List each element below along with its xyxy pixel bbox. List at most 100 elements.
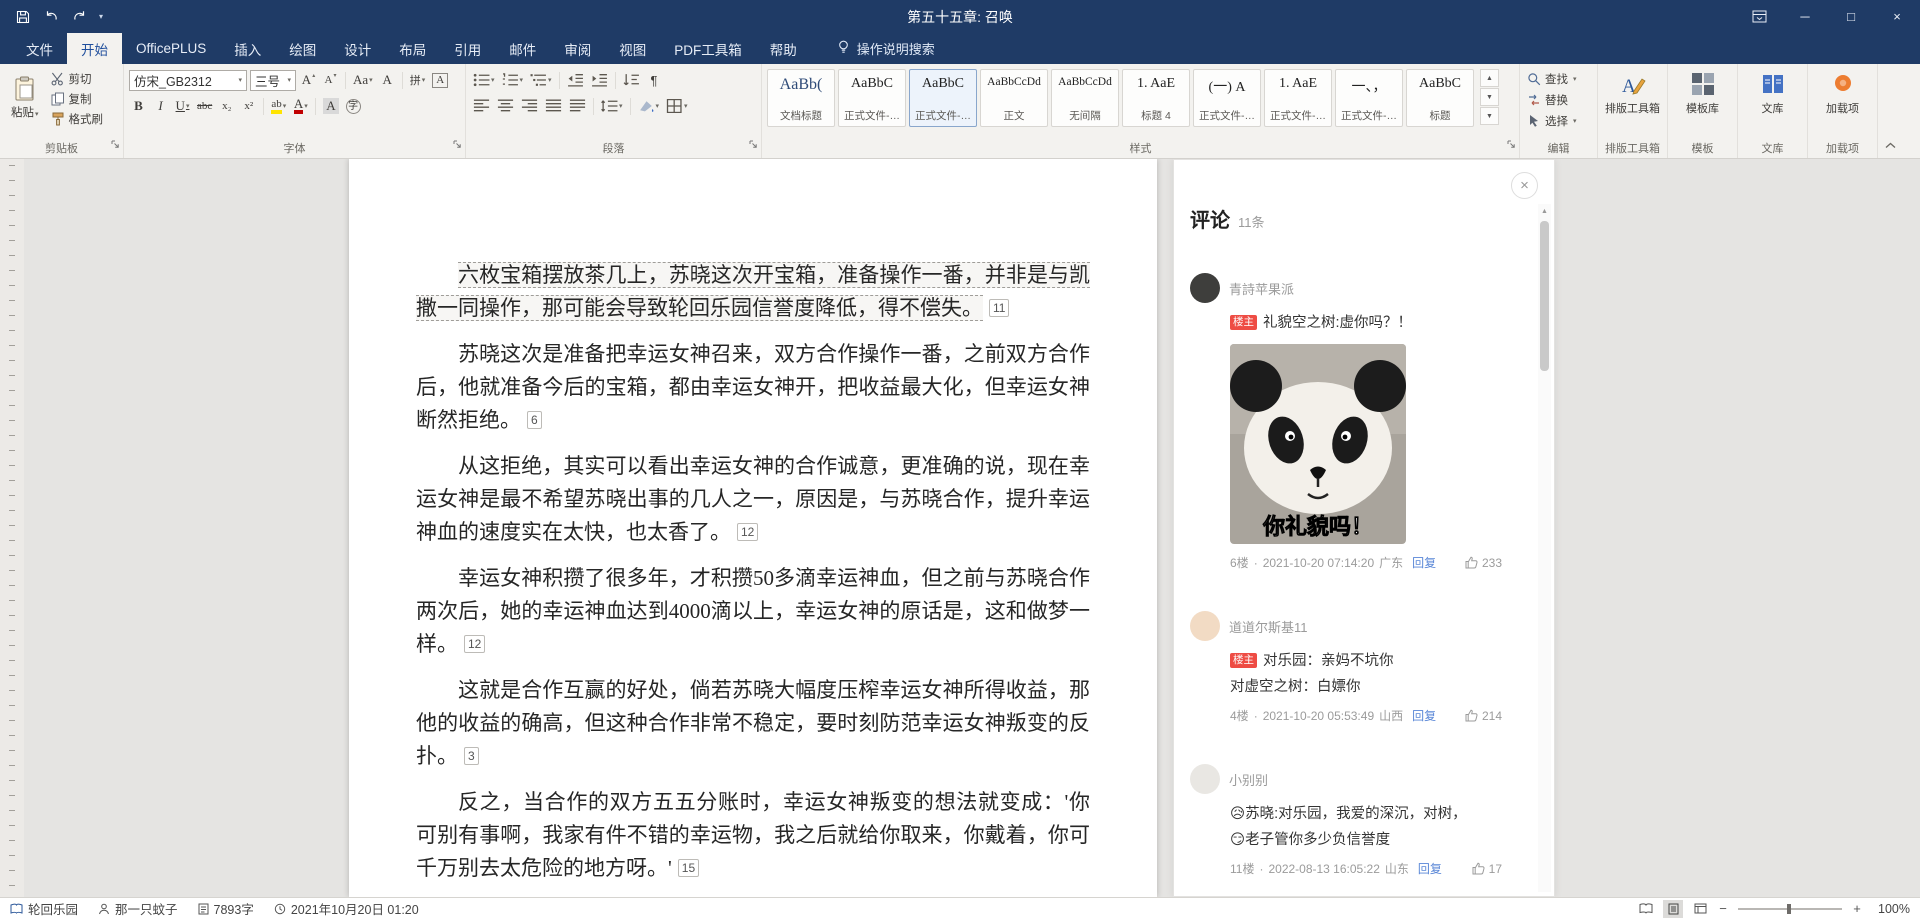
font-color-button[interactable]: A ▾ bbox=[291, 96, 310, 117]
subscript-button[interactable]: x₂ bbox=[217, 96, 236, 117]
commenter-name[interactable]: 青詩苹果派 bbox=[1229, 279, 1294, 298]
increase-indent-button[interactable] bbox=[589, 70, 610, 91]
paragraph[interactable]: 反之，当合作的双方五五分账时，幸运女神叛变的想法就变成：'你可别有事啊，我家有件… bbox=[416, 786, 1090, 885]
comment-ref-badge[interactable]: 12 bbox=[464, 635, 486, 653]
style-item[interactable]: 一、， 正式文件-… bbox=[1335, 69, 1403, 127]
undo-icon[interactable] bbox=[38, 4, 64, 30]
zoom-slider-thumb[interactable] bbox=[1787, 903, 1791, 914]
style-item[interactable]: 1. AaE 标题 4 bbox=[1122, 69, 1190, 127]
grow-font-button[interactable]: A ▴ bbox=[299, 70, 318, 91]
library-button[interactable]: 文库 bbox=[1743, 67, 1802, 116]
status-word-count[interactable]: 7893字 bbox=[198, 899, 254, 918]
reply-link[interactable]: 回复 bbox=[1418, 860, 1442, 877]
commenter-name[interactable]: 道道尔斯基11 bbox=[1229, 617, 1308, 636]
zoom-out-button[interactable]: − bbox=[1717, 901, 1729, 916]
superscript-button[interactable]: x² bbox=[239, 96, 258, 117]
paragraph[interactable]: 幸运女神积攒了很多年，才积攒50多滴幸运神血，但之前与苏晓合作两次后，她的幸运神… bbox=[416, 562, 1090, 661]
bullets-button[interactable]: ▾ bbox=[471, 70, 497, 91]
like-button[interactable]: 233 bbox=[1465, 556, 1502, 570]
distribute-button[interactable] bbox=[567, 96, 588, 117]
style-item[interactable]: AaBb(文档标题 bbox=[767, 69, 835, 127]
scrollbar-up-icon[interactable]: ▲ bbox=[1538, 204, 1551, 218]
paste-button[interactable]: 粘贴▾ bbox=[5, 67, 45, 128]
minimize-button[interactable]: ─ bbox=[1782, 0, 1828, 33]
enclose-characters-button[interactable]: 字 bbox=[344, 96, 363, 117]
avatar[interactable] bbox=[1190, 611, 1220, 641]
layout-toolbox-button[interactable]: A 排版工具箱 bbox=[1603, 67, 1662, 116]
commenter-name[interactable]: 小别别 bbox=[1229, 770, 1268, 789]
paragraph[interactable]: 从这拒绝，其实可以看出幸运女神的合作诚意，更准确的说，现在幸运女神是最不希望苏晓… bbox=[416, 450, 1090, 549]
reply-link[interactable]: 回复 bbox=[1412, 554, 1436, 571]
format-painter-button[interactable]: 格式刷 bbox=[49, 109, 106, 128]
avatar[interactable] bbox=[1190, 764, 1220, 794]
tab-mailings[interactable]: 邮件 bbox=[495, 33, 550, 64]
save-icon[interactable] bbox=[10, 4, 36, 30]
tab-draw[interactable]: 绘图 bbox=[275, 33, 330, 64]
numbering-button[interactable]: ▾ bbox=[500, 70, 526, 91]
tab-review[interactable]: 审阅 bbox=[550, 33, 605, 64]
bold-button[interactable]: B bbox=[129, 96, 148, 117]
zoom-level[interactable]: 100% bbox=[1870, 902, 1910, 916]
style-item[interactable]: AaBbC 标题 bbox=[1406, 69, 1474, 127]
add-ins-button[interactable]: 加载项 bbox=[1813, 67, 1872, 116]
styles-scroll-up-icon[interactable]: ▲ bbox=[1480, 69, 1499, 87]
comment-ref-badge[interactable]: 15 bbox=[677, 859, 700, 877]
comments-close-button[interactable]: × bbox=[1511, 172, 1538, 199]
styles-dialog-launcher-icon[interactable] bbox=[1507, 136, 1516, 154]
align-right-button[interactable] bbox=[519, 96, 540, 117]
sort-button[interactable] bbox=[621, 70, 642, 91]
paragraph[interactable]: 六枚宝箱摆放茶几上，苏晓这次开宝箱，准备操作一番，并非是与凯撒一同操作，那可能会… bbox=[416, 259, 1090, 325]
qat-customize-icon[interactable]: ▾ bbox=[94, 4, 108, 30]
justify-button[interactable] bbox=[543, 96, 564, 117]
scrollbar-thumb[interactable] bbox=[1540, 221, 1549, 371]
paragraph[interactable]: 苏晓这次是准备把幸运女神召来，双方合作操作一番，之前双方合作后，他就准备今后的宝… bbox=[416, 338, 1090, 437]
read-mode-button[interactable] bbox=[1636, 900, 1656, 918]
highlight-color-button[interactable]: ab ▾ bbox=[269, 96, 288, 117]
style-item-selected[interactable]: AaBbC 正式文件-… bbox=[909, 69, 977, 127]
clipboard-dialog-launcher-icon[interactable] bbox=[111, 136, 120, 154]
change-case-button[interactable]: Aa ▾ bbox=[351, 70, 375, 91]
style-item[interactable]: (一) A 正式文件-… bbox=[1193, 69, 1261, 127]
tab-layout[interactable]: 布局 bbox=[385, 33, 440, 64]
web-layout-button[interactable] bbox=[1690, 900, 1710, 918]
italic-button[interactable]: I bbox=[151, 96, 170, 117]
comment-ref-badge[interactable]: 11 bbox=[989, 299, 1010, 317]
copy-button[interactable]: 复制 bbox=[49, 89, 106, 108]
tell-me-search[interactable]: 操作说明搜索 bbox=[837, 33, 935, 64]
font-name-select[interactable]: 仿宋_GB2312 ▾ bbox=[129, 69, 247, 91]
shrink-font-button[interactable]: A ▾ bbox=[321, 70, 340, 91]
select-button[interactable]: 选择 ▾ bbox=[1525, 111, 1592, 130]
tab-file[interactable]: 文件 bbox=[12, 33, 67, 64]
zoom-in-button[interactable]: + bbox=[1851, 901, 1863, 916]
like-button[interactable]: 17 bbox=[1472, 862, 1502, 876]
style-item[interactable]: 1. AaE 正式文件-… bbox=[1264, 69, 1332, 127]
avatar[interactable] bbox=[1190, 273, 1220, 303]
style-item[interactable]: AaBbC 正式文件-… bbox=[838, 69, 906, 127]
underline-button[interactable]: U ▾ bbox=[173, 96, 192, 117]
find-button[interactable]: 查找 ▾ bbox=[1525, 69, 1592, 88]
tab-pdf-tools[interactable]: PDF工具箱 bbox=[660, 33, 756, 64]
replace-button[interactable]: 替换 bbox=[1525, 90, 1592, 109]
tab-insert[interactable]: 插入 bbox=[220, 33, 275, 64]
clear-formatting-button[interactable]: A bbox=[378, 70, 397, 91]
print-layout-button[interactable] bbox=[1663, 899, 1683, 918]
document-page[interactable]: 六枚宝箱摆放茶几上，苏晓这次开宝箱，准备操作一番，并非是与凯撒一同操作，那可能会… bbox=[349, 159, 1157, 897]
comments-scrollbar[interactable]: ▲ bbox=[1538, 204, 1551, 892]
shading-button[interactable]: ▾ bbox=[636, 96, 662, 117]
cut-button[interactable]: 剪切 bbox=[49, 69, 106, 88]
show-paragraph-marks-button[interactable]: ¶ bbox=[645, 70, 664, 91]
styles-scroll-down-icon[interactable]: ▼ bbox=[1480, 88, 1499, 106]
tab-officeplus[interactable]: OfficePLUS bbox=[122, 33, 220, 64]
like-button[interactable]: 214 bbox=[1465, 709, 1502, 723]
styles-more-icon[interactable]: ▼ bbox=[1480, 107, 1499, 125]
ribbon-display-options-icon[interactable] bbox=[1736, 0, 1782, 33]
character-shading-button[interactable]: A bbox=[321, 96, 340, 117]
template-library-button[interactable]: 模板库 bbox=[1673, 67, 1732, 116]
tab-help[interactable]: 帮助 bbox=[756, 33, 811, 64]
multilevel-list-button[interactable]: ▾ bbox=[528, 70, 554, 91]
comment-ref-badge[interactable]: 12 bbox=[737, 523, 759, 541]
comment-ref-badge[interactable]: 6 bbox=[527, 411, 542, 429]
tab-references[interactable]: 引用 bbox=[440, 33, 495, 64]
maximize-button[interactable]: □ bbox=[1828, 0, 1874, 33]
font-dialog-launcher-icon[interactable] bbox=[453, 136, 462, 154]
